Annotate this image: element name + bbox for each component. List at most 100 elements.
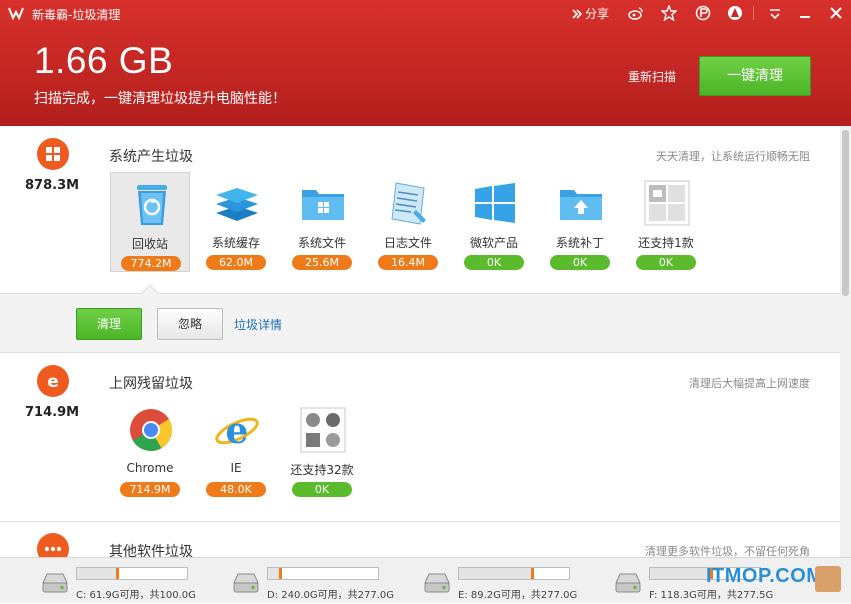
item-label: 系统补丁 <box>555 236 604 250</box>
item-label: 系统文件 <box>297 236 346 250</box>
item-size-badge: 774.2M <box>121 256 181 271</box>
ie-icon: e <box>215 410 259 452</box>
hard-drive-icon <box>615 573 641 593</box>
drive-usage-fill <box>459 568 534 579</box>
recycle-bin-icon <box>137 185 167 225</box>
item-recycle-bin[interactable]: 回收站 774.2M <box>110 172 190 272</box>
item-size-badge: 16.4M <box>378 255 438 270</box>
item-label: Chrome <box>126 461 174 475</box>
microsoft-icon <box>475 183 515 223</box>
more-apps-icon <box>644 180 690 226</box>
item-size-badge: 25.6M <box>292 255 352 270</box>
section-hint: 清理更多软件垃圾，不留任何死角 <box>645 545 810 557</box>
junk-detail-link[interactable]: 垃圾详情 <box>234 316 282 333</box>
section-title: 上网残留垃圾 <box>109 376 193 392</box>
more-dots-icon <box>37 533 69 557</box>
folder-windows-icon <box>302 190 344 220</box>
more-browsers-icon <box>300 407 346 453</box>
drive-d: D: 240.0G可用，共277.0G <box>231 558 421 604</box>
total-junk-size: 1.66 GB <box>34 40 174 81</box>
item-size-badge: 62.0M <box>206 255 266 270</box>
section-size: 878.3M <box>25 178 80 193</box>
item-chrome[interactable]: Chrome 714.9M <box>110 399 190 499</box>
item-more-browsers[interactable]: 还支持32款 0K <box>282 399 362 499</box>
drive-usage-text: D: 240.0G可用，共277.0G <box>267 590 395 601</box>
windows-icon <box>37 138 69 170</box>
item-label: 还支持1款 <box>638 236 694 250</box>
item-size-badge: 0K <box>292 482 352 497</box>
minimize-icon[interactable] <box>797 5 813 21</box>
watermark-logo <box>815 566 841 592</box>
item-size-badge: 0K <box>550 255 610 270</box>
item-label: 回收站 <box>131 237 168 251</box>
action-bar: 清理 忽略 垃圾详情 <box>0 284 840 353</box>
share-button[interactable]: 分享 <box>572 5 609 22</box>
drive-usage-fill <box>650 568 713 579</box>
drive-usage-text: C: 61.9G可用，共100.0G <box>76 590 196 601</box>
hard-drive-icon <box>42 573 68 593</box>
item-label: IE <box>230 461 242 475</box>
log-file-icon <box>391 182 426 225</box>
item-label: 还支持32款 <box>290 463 354 477</box>
mode-icon[interactable] <box>727 5 743 21</box>
one-click-clean-button[interactable]: 一键清理 <box>699 56 811 96</box>
scrollbar[interactable] <box>840 126 851 557</box>
item-size-badge: 0K <box>464 255 524 270</box>
drive-e: E: 89.2G可用，共277.0G <box>422 558 612 604</box>
item-label: 日志文件 <box>383 236 432 250</box>
svg-text:e: e <box>47 372 59 392</box>
item-label: 微软产品 <box>469 236 518 250</box>
section-title: 系统产生垃圾 <box>109 149 193 165</box>
app-logo-icon <box>8 7 24 20</box>
section-title: 其他软件垃圾 <box>109 544 193 557</box>
titlebar-separator <box>753 6 754 20</box>
ignore-button[interactable]: 忽略 <box>157 308 223 340</box>
selection-pointer <box>141 284 159 302</box>
header-banner: 新毒霸-垃圾清理 分享 1.66 GB 扫描完成，一键清理垃圾提升电脑性能！ 重… <box>0 0 851 126</box>
browser-e-icon: e <box>37 365 69 397</box>
scrollbar-thumb[interactable] <box>842 130 849 296</box>
clean-button[interactable]: 清理 <box>76 308 142 340</box>
share-arrow-icon <box>572 8 582 19</box>
item-size-badge: 48.0K <box>206 482 266 497</box>
section-hint: 天天清理，让系统运行顺畅无阻 <box>656 150 810 163</box>
section-divider <box>0 521 840 522</box>
layers-icon <box>216 188 258 221</box>
hard-drive-icon <box>233 573 259 593</box>
weibo-icon[interactable] <box>628 5 644 21</box>
drive-usage-bar <box>267 567 379 580</box>
chrome-icon <box>130 409 173 452</box>
drive-usage-text: F: 118.3G可用，共277.5G <box>649 590 774 601</box>
close-icon[interactable] <box>828 5 844 21</box>
title-bar[interactable]: 新毒霸-垃圾清理 分享 <box>0 0 851 26</box>
item-microsoft-products[interactable]: 微软产品 0K <box>454 172 534 272</box>
drive-usage-fill <box>268 568 283 579</box>
item-system-files[interactable]: 系统文件 25.6M <box>282 172 362 272</box>
menu-icon[interactable] <box>767 5 783 21</box>
svg-text:e: e <box>226 410 249 452</box>
watermark: ITMOP.COM <box>706 565 824 587</box>
star-icon[interactable] <box>660 4 678 22</box>
item-system-cache[interactable]: 系统缓存 62.0M <box>196 172 276 272</box>
item-label: 系统缓存 <box>211 236 260 250</box>
item-log-files[interactable]: 日志文件 16.4M <box>368 172 448 272</box>
item-more-supported[interactable]: 还支持1款 0K <box>626 172 706 272</box>
section-size: 714.9M <box>25 405 80 420</box>
rescan-link[interactable]: 重新扫描 <box>628 68 676 85</box>
pin-icon[interactable] <box>695 5 711 21</box>
app-title: 新毒霸-垃圾清理 <box>32 8 121 22</box>
item-size-badge: 0K <box>636 255 696 270</box>
drive-usage-bar <box>458 567 570 580</box>
scan-result-message: 扫描完成，一键清理垃圾提升电脑性能！ <box>34 91 286 107</box>
item-system-patches[interactable]: 系统补丁 0K <box>540 172 620 272</box>
drive-usage-bar <box>76 567 188 580</box>
drive-usage-fill <box>77 568 119 579</box>
hard-drive-icon <box>424 573 450 593</box>
share-label: 分享 <box>585 7 610 21</box>
folder-upload-icon <box>560 190 602 220</box>
scan-results-panel: 878.3M 系统产生垃圾 天天清理，让系统运行顺畅无阻 回收站 774.2M … <box>0 126 840 557</box>
item-ie[interactable]: e IE 48.0K <box>196 399 276 499</box>
drive-usage-text: E: 89.2G可用，共277.0G <box>458 590 578 601</box>
section-hint: 清理后大幅提高上网速度 <box>689 377 810 390</box>
drive-c: C: 61.9G可用，共100.0G <box>40 558 230 604</box>
